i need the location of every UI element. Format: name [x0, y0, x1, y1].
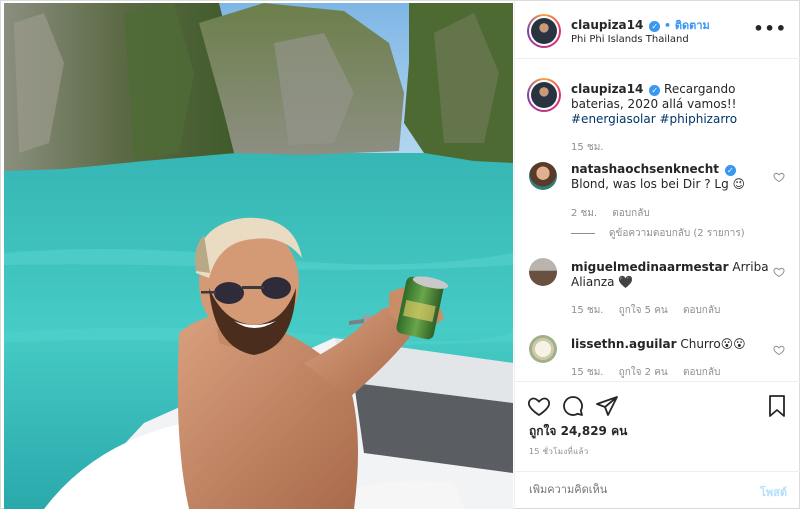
- likes-count[interactable]: ถูกใจ 24,829 คน: [529, 422, 627, 441]
- reply-button[interactable]: ตอบกลับ: [683, 305, 720, 316]
- like-comment-heart-icon[interactable]: [773, 266, 785, 278]
- posted-time[interactable]: 15 ชั่วโมงที่แล้ว: [529, 445, 589, 458]
- post-header: claupiza14 ✓ • ติดตาม Phi Phi Islands Th…: [515, 1, 800, 59]
- comment-text: Blond, was los bei Dir ? Lg 😉: [571, 177, 746, 191]
- hashtag-link[interactable]: #phiphizarro: [660, 112, 738, 126]
- reply-button[interactable]: ตอบกลับ: [683, 367, 720, 378]
- photo-illustration: [4, 3, 513, 509]
- comment-time[interactable]: 15 ชม.: [571, 367, 603, 378]
- commenter-avatar[interactable]: [529, 162, 557, 190]
- comment-meta: 15 ชม. ถูกใจ 2 คน ตอบกลับ: [571, 365, 732, 380]
- view-replies-label: ดูข้อความตอบกลับ (2 รายการ): [609, 228, 745, 239]
- comment-time[interactable]: 2 ชม.: [571, 208, 597, 219]
- verified-badge-icon: ✓: [724, 165, 736, 176]
- verified-badge-icon: ✓: [649, 21, 661, 32]
- add-comment-bar: โพสต์: [515, 471, 800, 509]
- commenter-avatar[interactable]: [529, 335, 557, 363]
- follow-separator: •: [664, 19, 675, 32]
- comment-time[interactable]: 15 ชม.: [571, 305, 603, 316]
- post-side-panel: claupiza14 ✓ • ติดตาม Phi Phi Islands Th…: [514, 1, 800, 509]
- comment-username[interactable]: natashaochsenknecht: [571, 162, 719, 176]
- view-replies-button[interactable]: ดูข้อความตอบกลับ (2 รายการ): [571, 226, 745, 241]
- comment-meta: 2 ชม. ตอบกลับ: [571, 206, 662, 221]
- reply-button[interactable]: ตอบกลับ: [612, 208, 649, 219]
- heart-icon[interactable]: [527, 394, 551, 418]
- hashtag-link[interactable]: #energiasolar: [571, 112, 656, 126]
- caption-time: 15 ชม.: [571, 140, 615, 155]
- post-photo[interactable]: [4, 3, 513, 509]
- author-avatar[interactable]: [527, 14, 561, 48]
- comment-text: Churro😮😮: [680, 337, 746, 351]
- post-comment-button[interactable]: โพสต์: [760, 483, 787, 501]
- comment-item: natashaochsenknecht ✓ Blond, was los bei…: [571, 162, 771, 192]
- post-caption: claupiza14 ✓ Recargando baterias, 2020 a…: [571, 82, 789, 127]
- comment-username[interactable]: miguelmedinaarmestar: [571, 260, 729, 274]
- comments-list: claupiza14 ✓ Recargando baterias, 2020 a…: [515, 60, 800, 380]
- comment-likes-count[interactable]: ถูกใจ 2 คน: [619, 367, 668, 378]
- verified-badge-icon: ✓: [649, 85, 661, 96]
- header-user-line: claupiza14 ✓ • ติดตาม: [571, 16, 710, 34]
- add-comment-input[interactable]: [529, 483, 729, 496]
- commenter-avatar[interactable]: [529, 258, 557, 286]
- post-location[interactable]: Phi Phi Islands Thailand: [571, 34, 689, 45]
- comment-likes-count[interactable]: ถูกใจ 5 คน: [619, 305, 668, 316]
- caption-avatar[interactable]: [527, 78, 561, 112]
- replies-dash: [571, 232, 595, 234]
- comment-username[interactable]: lissethn.aguilar: [571, 337, 677, 351]
- comment-bubble-icon[interactable]: [561, 394, 585, 418]
- author-username[interactable]: claupiza14: [571, 18, 643, 32]
- like-comment-heart-icon[interactable]: [773, 171, 785, 183]
- post-actions: ถูกใจ 24,829 คน 15 ชั่วโมงที่แล้ว: [515, 381, 800, 471]
- caption-time-text[interactable]: 15 ชม.: [571, 142, 603, 153]
- bookmark-icon[interactable]: [765, 394, 789, 418]
- comment-meta: 15 ชม. ถูกใจ 5 คน ตอบกลับ: [571, 303, 732, 318]
- follow-button[interactable]: ติดตาม: [675, 19, 710, 32]
- comment-item: miguelmedinaarmestar Arriba Alianza 🖤: [571, 260, 771, 290]
- caption-username[interactable]: claupiza14: [571, 82, 643, 96]
- more-options-icon[interactable]: •••: [753, 19, 787, 38]
- comment-item: lissethn.aguilar Churro😮😮: [571, 337, 771, 352]
- like-comment-heart-icon[interactable]: [773, 344, 785, 356]
- instagram-post-window: claupiza14 ✓ • ติดตาม Phi Phi Islands Th…: [0, 0, 800, 509]
- paper-plane-icon[interactable]: [595, 394, 619, 418]
